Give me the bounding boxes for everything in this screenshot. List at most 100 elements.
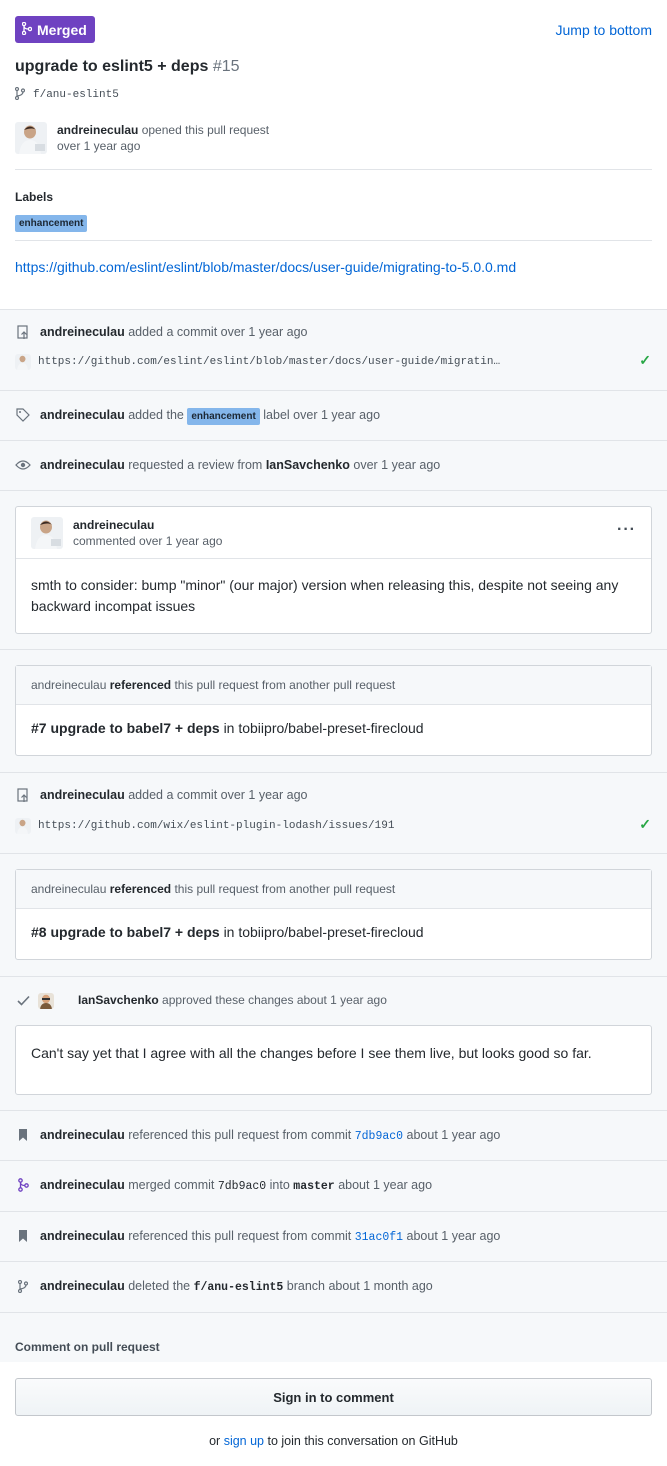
cross-reference-card: andreineculau referenced this pull reque… [15, 869, 652, 960]
comment-author[interactable]: andreineculau [73, 518, 154, 532]
avatar[interactable] [38, 993, 54, 1009]
jump-to-bottom-link[interactable]: Jump to bottom [556, 22, 653, 38]
divider [0, 1160, 667, 1161]
reviewer-name[interactable]: IanSavchenko [266, 458, 350, 472]
divider [0, 1261, 667, 1262]
divider [0, 440, 667, 441]
pr-title: upgrade to eslint5 + deps #15 [15, 58, 240, 76]
target-branch[interactable]: master [293, 1180, 334, 1193]
event-time: about 1 year ago [406, 1128, 501, 1142]
comment-meta: andreineculau commented over 1 year ago [73, 517, 222, 549]
bookmark-icon [15, 1228, 31, 1244]
reference-pr-link[interactable]: #7 upgrade to babel7 + deps [31, 720, 220, 736]
kebab-menu-icon[interactable]: ··· [617, 521, 636, 539]
avatar[interactable] [15, 818, 31, 834]
event-action: approved these changes about 1 year ago [162, 993, 387, 1007]
divider [0, 976, 667, 977]
cross-reference-card: andreineculau referenced this pull reque… [15, 665, 652, 756]
pr-body-link[interactable]: https://github.com/eslint/eslint/blob/ma… [15, 259, 516, 275]
repo-push-icon [15, 324, 31, 340]
label-enhancement[interactable]: enhancement [187, 408, 260, 425]
check-icon[interactable]: ✓ [639, 352, 651, 369]
deleted-branch: f/anu-eslint5 [193, 1281, 284, 1294]
event-action: merged commit [128, 1178, 215, 1192]
event-action: added the [128, 408, 184, 422]
git-merge-icon [21, 21, 33, 38]
event-time: over 1 year ago [353, 458, 441, 472]
pr-number: #15 [212, 58, 240, 75]
signup-rest: to join this conversation on GitHub [267, 1434, 458, 1448]
reference-body: #8 upgrade to babel7 + deps in tobiipro/… [16, 909, 651, 955]
event-time: label over 1 year ago [263, 408, 381, 422]
pr-title-text: upgrade to eslint5 + deps [15, 58, 209, 75]
merged-label: Merged [37, 21, 87, 38]
commit-event: andreineculau added a commit over 1 year… [40, 325, 308, 339]
commit-sha-link[interactable]: 7db9ac0 [355, 1130, 403, 1143]
comment-header: andreineculau commented over 1 year ago … [16, 507, 651, 559]
avatar[interactable] [31, 517, 63, 549]
sign-in-button[interactable]: Sign in to comment [15, 1378, 652, 1416]
review-card: Can't say yet that I agree with all the … [15, 1025, 652, 1095]
commit-event: andreineculau added a commit over 1 year… [40, 788, 308, 802]
branch-ref: f/anu-eslint5 [14, 86, 119, 103]
divider [15, 169, 652, 170]
divider [0, 390, 667, 391]
event-actor[interactable]: andreineculau [31, 678, 106, 692]
divider [0, 649, 667, 650]
divider [0, 772, 667, 773]
event-actor[interactable]: andreineculau [31, 882, 106, 896]
comment-body: smth to consider: bump "minor" (our majo… [31, 577, 619, 614]
commit-message[interactable]: https://github.com/eslint/eslint/blob/ma… [38, 356, 500, 368]
event-actor[interactable]: andreineculau [40, 1128, 125, 1142]
event-time: about 1 year ago [338, 1178, 433, 1192]
opener-info: andreineculau opened this pull request o… [57, 122, 269, 154]
signup-or: or [209, 1434, 221, 1448]
check-icon [15, 992, 31, 1008]
event-actor[interactable]: IanSavchenko [78, 993, 159, 1007]
commit-reference-event: andreineculau referenced this pull reque… [40, 1229, 500, 1244]
check-icon[interactable]: ✓ [639, 816, 651, 833]
label-enhancement[interactable]: enhancement [15, 215, 88, 232]
event-into: into [269, 1178, 290, 1192]
reference-header: andreineculau referenced this pull reque… [16, 870, 651, 909]
reference-text: this pull request from another pull requ… [174, 882, 396, 896]
event-actor[interactable]: andreineculau [40, 788, 125, 802]
event-time: branch about 1 month ago [286, 1279, 433, 1293]
branch-name[interactable]: f/anu-eslint5 [33, 89, 119, 101]
git-branch-icon [15, 1278, 31, 1294]
event-action: added a commit over 1 year ago [128, 788, 308, 802]
opener-time[interactable]: over 1 year ago [57, 138, 269, 154]
branch-deleted-event: andreineculau deleted the f/anu-eslint5 … [40, 1279, 433, 1294]
event-actor[interactable]: andreineculau [40, 325, 125, 339]
event-actor[interactable]: andreineculau [40, 458, 125, 472]
comment-card: andreineculau commented over 1 year ago … [15, 506, 652, 634]
reference-pr-link[interactable]: #8 upgrade to babel7 + deps [31, 924, 220, 940]
event-actor[interactable]: andreineculau [40, 1178, 125, 1192]
avatar[interactable] [15, 354, 31, 370]
event-action: requested a review from [128, 458, 263, 472]
reference-repo: in tobiipro/babel-preset-firecloud [223, 924, 424, 940]
tag-icon [15, 407, 31, 423]
review-body: Can't say yet that I agree with all the … [31, 1045, 592, 1061]
reference-text: this pull request from another pull requ… [174, 678, 396, 692]
git-branch-icon [14, 86, 26, 103]
sign-up-link[interactable]: sign up [224, 1434, 264, 1448]
divider [0, 853, 667, 854]
comment-time[interactable]: commented over 1 year ago [73, 533, 222, 549]
event-actor[interactable]: andreineculau [40, 1229, 125, 1243]
avatar[interactable] [15, 122, 47, 154]
opener-action: opened this pull request [141, 123, 270, 137]
repo-push-icon [15, 787, 31, 803]
reference-verb: referenced [109, 882, 172, 896]
event-action: referenced this pull request from commit [128, 1128, 352, 1142]
commit-sha[interactable]: 7db9ac0 [218, 1180, 266, 1193]
event-action: referenced this pull request from commit [128, 1229, 352, 1243]
commit-sha-link[interactable]: 31ac0f1 [355, 1231, 403, 1244]
opener-name[interactable]: andreineculau [57, 123, 138, 137]
merged-state-badge: Merged [15, 16, 95, 43]
commit-message[interactable]: https://github.com/wix/eslint-plugin-lod… [38, 820, 394, 832]
divider [0, 490, 667, 491]
event-actor[interactable]: andreineculau [40, 408, 125, 422]
event-actor[interactable]: andreineculau [40, 1279, 125, 1293]
divider [0, 1312, 667, 1313]
